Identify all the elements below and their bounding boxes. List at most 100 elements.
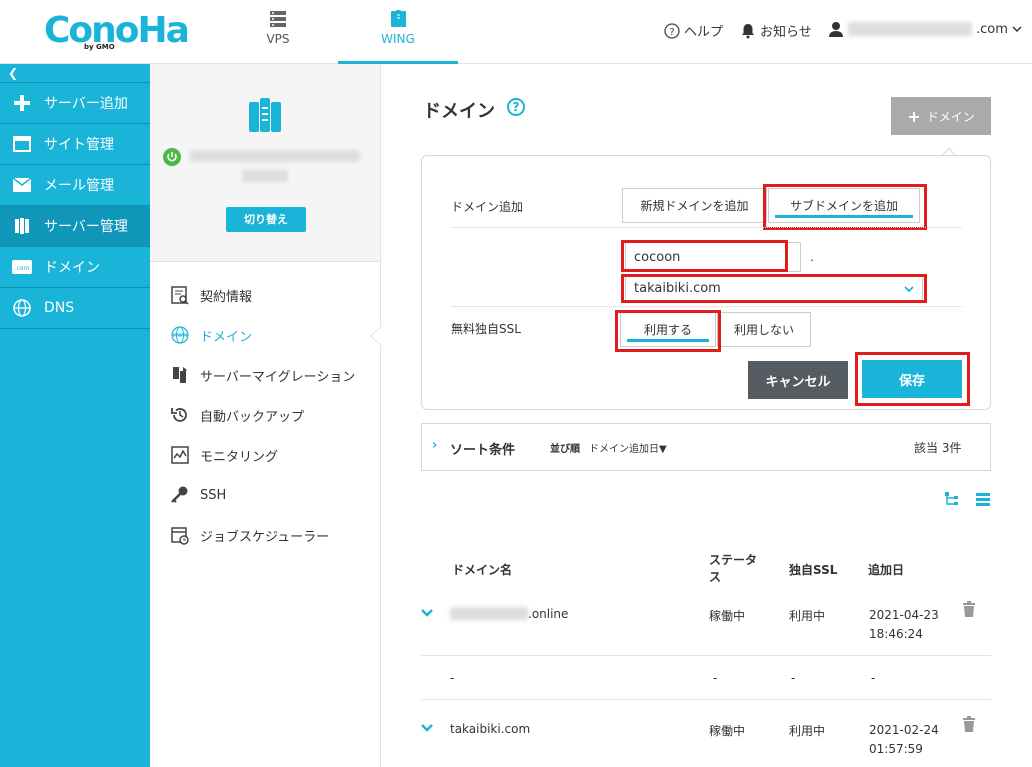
divider <box>451 227 962 228</box>
tab-wing-label: WING <box>381 32 415 46</box>
trash-icon[interactable] <box>962 716 976 732</box>
subnav-item-monitoring[interactable]: モニタリング <box>170 445 278 465</box>
col-header-domain: ドメイン名 <box>452 563 513 577</box>
subnav-item-ssh[interactable]: SSH <box>170 485 226 505</box>
ssl-label: 無料独自SSL <box>451 322 521 336</box>
subnav-label: SSH <box>200 487 227 503</box>
notice-link[interactable]: お知らせ <box>740 21 812 40</box>
domain-icon: .com <box>12 257 32 277</box>
time-cell: 18:46:24 <box>869 627 923 641</box>
status-cell: 稼働中 <box>709 609 746 623</box>
col-header-status: ステータス <box>709 553 758 584</box>
plus-icon: + <box>907 106 921 126</box>
chevron-down-icon <box>1012 26 1022 33</box>
wing-server-icon <box>391 10 406 27</box>
col-header-date: 追加日 <box>868 563 905 577</box>
tab-vps[interactable]: VPS <box>218 0 338 64</box>
mail-icon <box>12 175 32 195</box>
account-email-redacted <box>848 22 972 36</box>
sort-title: ソート条件 <box>450 443 516 458</box>
sidebar-item-label: ドメイン <box>44 260 100 276</box>
subnav-label: モニタリング <box>200 449 279 465</box>
page-help-icon[interactable]: ? <box>507 98 525 116</box>
ssl-nouse-option[interactable]: 利用しない <box>717 312 811 347</box>
sidebar-item-label: サーバー追加 <box>44 96 128 112</box>
sort-order-label: 並び順 <box>550 444 580 455</box>
www-icon: WWW <box>171 326 189 344</box>
option-new-domain[interactable]: 新規ドメインを追加 <box>622 188 767 223</box>
tree-view-icon[interactable] <box>944 491 960 507</box>
divider <box>451 306 962 307</box>
user-icon <box>829 22 843 37</box>
page-title: ドメイン <box>423 101 495 122</box>
sidebar-item-mail-manage[interactable]: メール管理 <box>0 165 150 206</box>
ssl-cell: - <box>791 671 796 685</box>
plus-icon <box>12 93 32 113</box>
sidebar-item-domain[interactable]: .com ドメイン <box>0 247 150 288</box>
domain-name-redacted <box>450 607 528 620</box>
scheduler-icon <box>171 527 189 545</box>
chevron-right-icon: › <box>432 438 438 453</box>
add-domain-button[interactable]: + ドメイン <box>891 97 991 135</box>
subnav-item-backup[interactable]: 自動バックアップ <box>170 405 304 425</box>
domain-name-cell: - <box>450 671 455 685</box>
date-cell: 2021-04-23 <box>869 608 939 622</box>
sidebar-collapse-toggle[interactable]: ❮ <box>0 64 150 83</box>
col-header-ssl: 独自SSL <box>789 563 838 577</box>
expand-chevron-icon[interactable] <box>420 723 434 733</box>
wing-server-large-icon <box>249 98 281 132</box>
svg-text:.com: .com <box>15 265 30 272</box>
sidebar-item-server-manage[interactable]: サーバー管理 <box>0 206 150 247</box>
backup-icon <box>171 408 187 422</box>
subnav-label: 契約情報 <box>200 289 253 305</box>
result-count: 該当 3件 <box>914 441 962 455</box>
conoha-logo[interactable]: ConoHa by GMO <box>44 10 190 51</box>
list-view-icon[interactable] <box>975 491 991 507</box>
contract-icon <box>171 286 189 305</box>
active-pointer-notch <box>369 326 382 346</box>
cancel-button[interactable]: キャンセル <box>748 361 848 399</box>
help-icon: ? <box>664 22 680 39</box>
ssl-cell: 利用中 <box>789 724 826 738</box>
sidebar-item-dns[interactable]: DNS <box>0 288 150 329</box>
subnav-item-contract[interactable]: 契約情報 <box>170 285 252 305</box>
subnav-label: 自動バックアップ <box>200 409 305 425</box>
subnav-label: ジョブスケジューラー <box>200 529 330 545</box>
sidebar-item-label: DNS <box>44 300 75 316</box>
sort-order-value[interactable]: ドメイン追加日▼ <box>589 440 667 455</box>
account-menu[interactable]: .com <box>828 21 1022 37</box>
server-card: 切り替え <box>150 64 380 262</box>
tab-wing[interactable]: WING <box>338 0 458 64</box>
sidebar-item-site-manage[interactable]: サイト管理 <box>0 124 150 165</box>
account-suffix: .com <box>976 21 1008 37</box>
logo-text: ConoHa <box>44 10 190 51</box>
expand-chevron-icon[interactable] <box>420 608 434 618</box>
domain-name-cell: takaibiki.com <box>450 722 531 736</box>
subnav-item-migration[interactable]: サーバーマイグレーション <box>170 365 355 385</box>
subnav-label: サーバーマイグレーション <box>200 369 356 385</box>
sidebar-item-label: サーバー管理 <box>44 219 128 235</box>
trash-icon[interactable] <box>962 601 976 617</box>
subnav-item-scheduler[interactable]: ジョブスケジューラー <box>170 525 329 545</box>
domain-name-suffix: .online <box>528 607 569 621</box>
migration-icon <box>173 367 187 383</box>
server-name-redacted-2 <box>242 170 288 182</box>
highlight-save-button <box>855 352 970 406</box>
monitoring-icon <box>171 446 189 464</box>
switch-server-button[interactable]: 切り替え <box>226 207 306 232</box>
bell-icon <box>742 23 754 38</box>
sidebar-item-server-add[interactable]: サーバー追加 <box>0 83 150 124</box>
sidebar-item-label: メール管理 <box>44 178 114 194</box>
status-cell: 稼働中 <box>709 724 746 738</box>
main-sidebar: ❮ サーバー追加 サイト管理 メール管理 サーバー管理 .com ドメイン DN… <box>0 64 150 767</box>
help-link[interactable]: ? ヘルプ <box>664 21 723 40</box>
notice-label: お知らせ <box>760 25 812 40</box>
subnav-label: ドメイン <box>200 329 253 345</box>
subnav-item-domain[interactable]: WWW ドメイン <box>170 325 252 345</box>
date-cell: 2021-02-24 <box>869 723 939 737</box>
sidebar-item-label: サイト管理 <box>44 137 114 153</box>
time-cell: 01:57:59 <box>869 742 923 756</box>
server-icon <box>270 11 286 27</box>
power-status-icon <box>163 148 181 166</box>
key-icon <box>171 486 188 503</box>
